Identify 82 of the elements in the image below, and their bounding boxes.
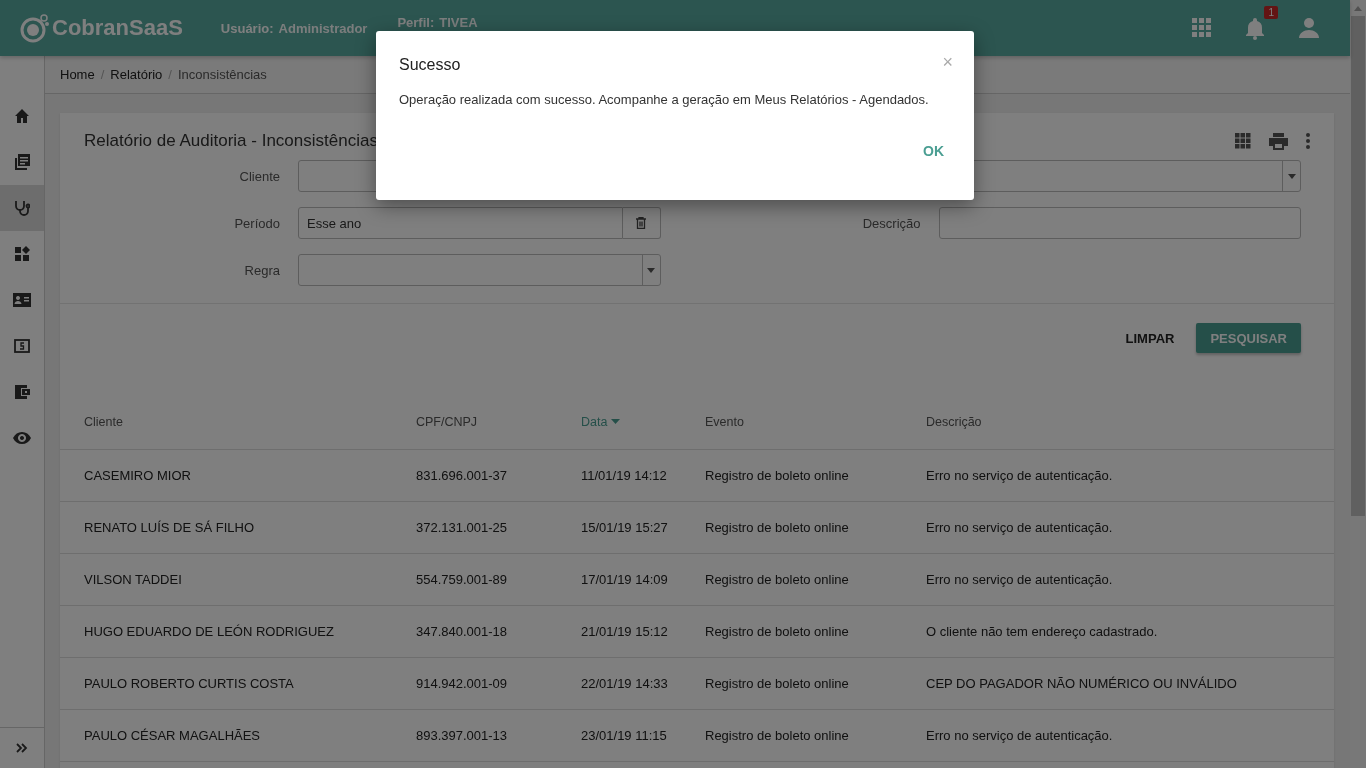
more-options-icon[interactable] — [1306, 133, 1310, 149]
trash-icon — [636, 217, 646, 229]
logo-icon — [20, 13, 50, 43]
filter-label: Cliente — [239, 168, 280, 184]
dropdown-arrow-icon — [647, 267, 655, 273]
table-cell: PAULO CÉSAR MAGALHÃES — [84, 728, 261, 743]
table-cell: VILSON TADDEI — [84, 572, 182, 587]
table-cell: 914.942.001-09 — [416, 676, 508, 691]
print-icon[interactable] — [1269, 132, 1288, 150]
sidebar-item[interactable] — [0, 185, 44, 231]
table-cell: 893.397.001-13 — [416, 728, 508, 743]
column-header[interactable]: CPF/CNPJ — [416, 414, 478, 429]
table-cell: 17/01/19 14:09 — [581, 572, 668, 587]
table-cell: 23/01/19 11:15 — [581, 728, 667, 743]
text-field[interactable] — [938, 207, 1301, 239]
ok-button[interactable]: OK — [911, 139, 956, 163]
widgets-icon — [14, 246, 30, 262]
column-header[interactable]: Cliente — [84, 414, 123, 429]
table-cell: 11/01/19 14:12 — [581, 468, 667, 483]
eye-icon — [13, 432, 31, 444]
table-cell: Erro no serviço de autenticação. — [926, 572, 1113, 587]
stethoscope-icon — [14, 200, 30, 216]
table-cell: 554.759.001-89 — [416, 572, 508, 587]
table-cell: Registro de boleto online — [705, 676, 849, 691]
table-cell: 831.696.001-37 — [416, 468, 508, 483]
column-header[interactable]: Descrição — [926, 414, 982, 429]
report-title: Relatório de Auditoria - Inconsistências — [84, 131, 378, 151]
dialog-title: Sucesso — [399, 56, 461, 74]
table-cell: CEP DO PAGADOR NÃO NUMÉRICO OU INVÁLIDO — [926, 676, 1237, 691]
filter-label: Período — [234, 215, 280, 231]
table-cell: HUGO EDUARDO DE LEÓN RODRIGUEZ — [84, 624, 334, 639]
clear-period-button[interactable] — [622, 207, 661, 239]
table-cell: 22/01/19 14:33 — [581, 676, 668, 691]
column-header[interactable]: Evento — [705, 414, 744, 429]
money-icon — [14, 339, 30, 353]
table-cell: Registro de boleto online — [705, 520, 849, 535]
table-cell: 15/01/19 15:27 — [581, 520, 668, 535]
table-cell: Erro no serviço de autenticação. — [926, 728, 1113, 743]
breadcrumb-link[interactable]: Relatório — [110, 67, 163, 82]
user-label: Usuário: — [220, 20, 274, 36]
app-logo[interactable]: CobranSaaS — [52, 15, 183, 41]
table-cell: Erro no serviço de autenticação. — [926, 520, 1113, 535]
columns-grid-icon[interactable] — [1235, 133, 1251, 149]
notification-bell-icon[interactable] — [1244, 16, 1266, 40]
breadcrumb-separator: / — [100, 67, 105, 82]
table-cell: CASEMIRO MIOR — [84, 468, 191, 483]
select-field[interactable] — [298, 254, 661, 286]
breadcrumb-link[interactable]: Home — [60, 67, 95, 82]
wallet-icon — [14, 384, 30, 400]
profile-name: TIVEA — [439, 14, 478, 30]
table-cell: RENATO LUÍS DE SÁ FILHO — [84, 520, 254, 535]
period-field[interactable]: Esse ano — [298, 207, 623, 239]
filter-label: Regra — [244, 262, 280, 278]
table-cell: 347.840.001-18 — [416, 624, 508, 639]
table-cell: 21/01/19 15:12 — [581, 624, 668, 639]
table-cell: Registro de boleto online — [705, 624, 849, 639]
dialog-message: Operação realizada com sucesso. Acompanhe a geração em Meus Relatórios - Agendados. — [399, 92, 930, 107]
table-cell: Registro de boleto online — [705, 572, 849, 587]
table-cell: O cliente não tem endereço cadastrado. — [926, 624, 1158, 639]
contact-card-icon — [13, 293, 31, 307]
table-cell: Registro de boleto online — [705, 728, 849, 743]
breadcrumb-separator: / — [168, 67, 172, 82]
table-cell: PAULO ROBERTO CURTIS COSTA — [84, 676, 294, 691]
user-name: Administrador — [278, 20, 368, 36]
table-cell: 372.131.001-25 — [416, 520, 508, 535]
user-account-icon[interactable] — [1298, 17, 1320, 39]
scrollbar-thumb[interactable] — [1351, 16, 1365, 516]
clear-button[interactable]: LIMPAR — [1119, 329, 1181, 347]
filter-label: Descrição — [862, 215, 921, 231]
table-cell: Registro de boleto online — [705, 468, 849, 483]
home-icon — [14, 108, 30, 124]
search-button[interactable]: PESQUISAR — [1196, 323, 1301, 353]
close-button[interactable]: × — [942, 51, 953, 73]
sort-desc-icon — [611, 419, 621, 424]
library-icon — [14, 154, 30, 170]
profile-label: Perfil: — [397, 14, 435, 30]
dropdown-arrow-icon — [1287, 173, 1296, 179]
notification-badge: 1 — [1264, 6, 1278, 19]
expand-sidebar-icon[interactable] — [16, 743, 28, 753]
apps-icon[interactable] — [1192, 18, 1212, 38]
table-cell: Erro no serviço de autenticação. — [926, 468, 1113, 483]
column-header[interactable]: Data — [581, 414, 621, 429]
